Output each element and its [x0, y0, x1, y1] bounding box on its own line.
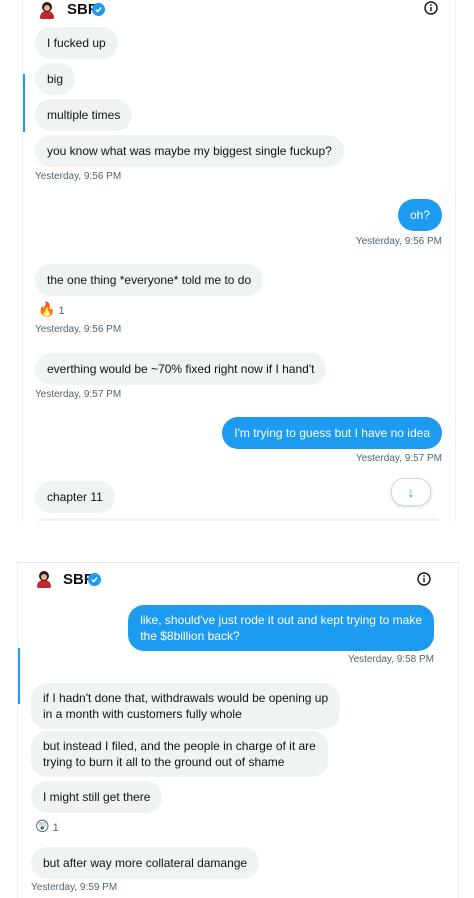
dm-conversation-panel-2: SBF like, should've just rode it out and…	[17, 562, 459, 898]
message-bubble-incoming[interactable]: multiple times	[35, 99, 133, 131]
message-line: the $8billion back?	[140, 629, 240, 643]
message-timestamp: Yesterday, 9:56 PM	[35, 324, 122, 335]
fire-emoji-icon: 🔥	[38, 301, 56, 317]
message-bubble-incoming[interactable]: but instead I filed, and the people in c…	[31, 731, 328, 777]
conversation-header: SBF	[18, 569, 458, 591]
message-timestamp: Yesterday, 9:56 PM	[355, 236, 442, 247]
message-line: but after way more collateral damange	[43, 856, 248, 870]
message-timestamp: Yesterday, 9:58 PM	[347, 654, 434, 665]
message-reaction[interactable]: 😲 1	[35, 818, 59, 835]
message-line: if I hadn't done that, withdrawals would…	[43, 691, 329, 705]
verified-badge-icon	[92, 3, 105, 16]
avatar-icon[interactable]	[38, 1, 56, 19]
dm-conversation-panel-1: SBF I fucked up big multiple times you k…	[22, 0, 456, 521]
message-group-indicator	[23, 74, 25, 132]
message-bubble-incoming[interactable]: I might still get there	[31, 781, 163, 813]
message-bubble-incoming[interactable]: if I hadn't done that, withdrawals would…	[31, 683, 341, 729]
message-line: trying to burn it all to the ground out …	[43, 755, 285, 769]
message-bubble-incoming[interactable]: but after way more collateral damange	[31, 847, 260, 879]
astonished-emoji-icon: 😲	[35, 818, 50, 834]
message-bubble-incoming[interactable]: big	[35, 63, 76, 95]
screenshot-separator	[0, 521, 474, 562]
message-timestamp: Yesterday, 9:57 PM	[35, 389, 122, 400]
info-icon[interactable]	[424, 1, 438, 15]
message-timestamp: Yesterday, 9:56 PM	[35, 171, 122, 182]
message-group-indicator	[18, 648, 20, 704]
message-bubble-outgoing[interactable]: like, should've just rode it out and kep…	[128, 605, 434, 651]
reaction-count: 1	[58, 305, 65, 317]
message-bubble-incoming[interactable]: the one thing *everyone* told me to do	[35, 264, 264, 296]
message-line: but instead I filed, and the people in c…	[43, 739, 316, 753]
message-line: I might still get there	[43, 790, 151, 804]
message-bubble-incoming[interactable]: I fucked up	[35, 27, 118, 59]
message-bubble-incoming[interactable]: everthing would be ~70% fixed right now …	[35, 353, 327, 385]
conversation-header: SBF	[23, 0, 455, 22]
message-bubble-incoming[interactable]: you know what was maybe my biggest singl…	[35, 135, 344, 167]
message-bubble-outgoing[interactable]: oh?	[397, 199, 442, 231]
message-reaction[interactable]: 🔥 1	[38, 301, 65, 318]
avatar-icon[interactable]	[35, 570, 53, 588]
message-line: like, should've just rode it out and kep…	[140, 613, 422, 627]
message-bubble-incoming[interactable]: chapter 11	[35, 481, 115, 513]
scroll-to-bottom-button[interactable]: ↓	[391, 478, 431, 506]
message-timestamp: Yesterday, 9:59 PM	[31, 882, 118, 893]
reaction-count: 1	[52, 822, 59, 834]
message-line: in a month with customers fully whole	[43, 707, 242, 721]
verified-badge-icon	[88, 573, 101, 586]
arrow-down-icon: ↓	[407, 484, 415, 500]
message-bubble-outgoing[interactable]: I'm trying to guess but I have no idea	[222, 417, 442, 449]
message-timestamp: Yesterday, 9:57 PM	[355, 453, 442, 464]
info-icon[interactable]	[417, 572, 431, 586]
